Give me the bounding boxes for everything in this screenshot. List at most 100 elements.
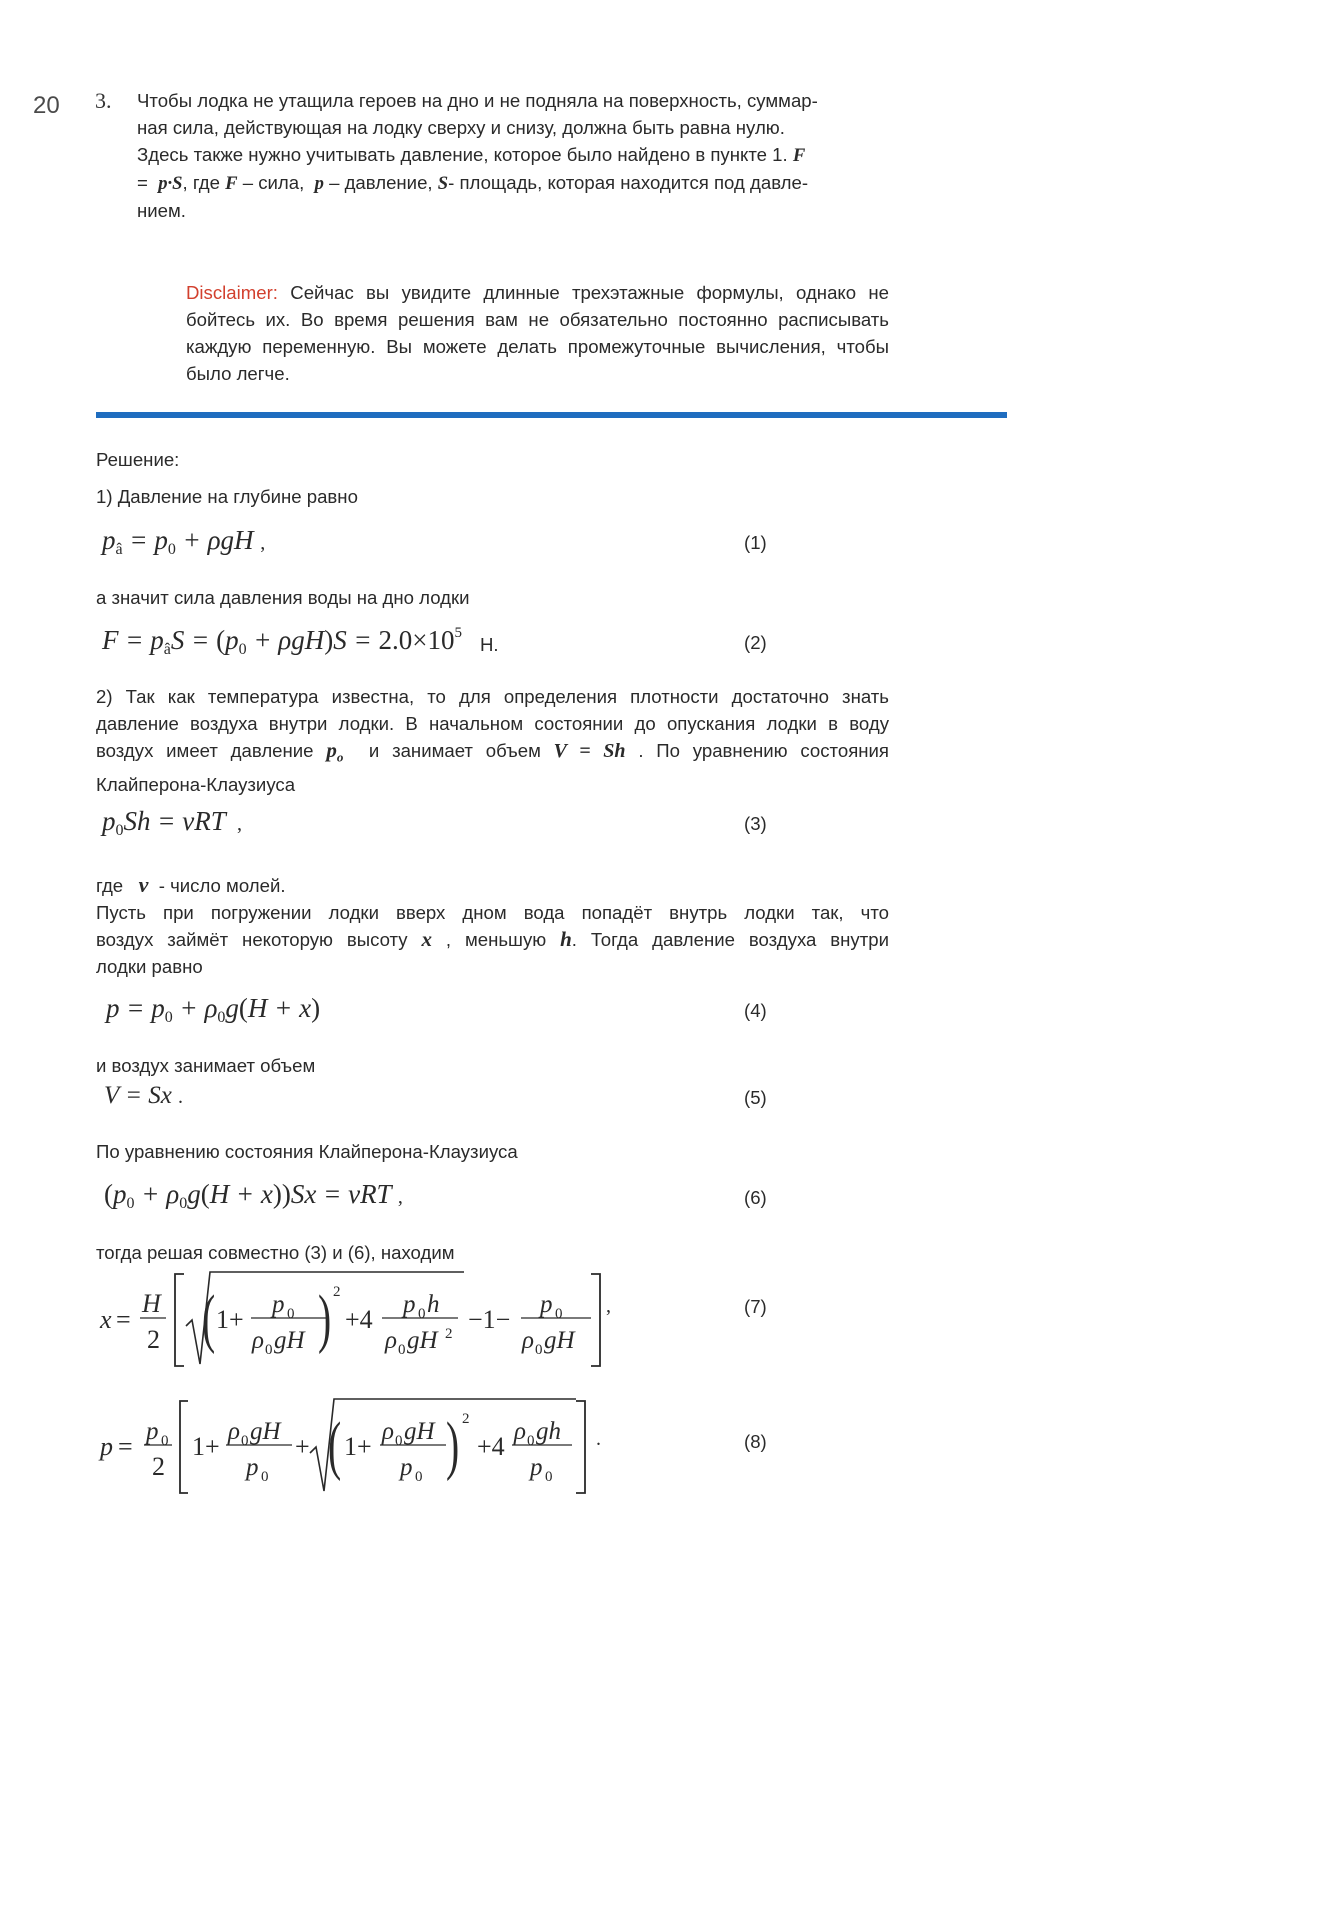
problem-text: , где	[182, 172, 220, 193]
text-air-volume: и воздух занимает объем	[96, 1055, 316, 1076]
equation-8: p = p 0 2 1+ ρ 0 gH p 0 + ( 1+ ρ 0 gH p …	[98, 1398, 601, 1494]
equation-number-2: (2)	[744, 632, 767, 653]
symbol-nu: ν	[138, 872, 149, 897]
text-after-eq1: а значит сила давления воды на дно лодки	[96, 587, 470, 608]
svg-text:p: p	[528, 1454, 543, 1481]
svg-text:gh: gh	[536, 1418, 561, 1445]
svg-text:0: 0	[398, 1342, 406, 1358]
paragraph-text: воздух займёт некоторую высоту	[96, 929, 408, 950]
step2-line: давление воздуха внутри лодки. В начальн…	[96, 713, 889, 734]
svg-text:ρ: ρ	[251, 1327, 264, 1354]
svg-text:ρ: ρ	[513, 1418, 526, 1445]
step2-line: 2) Так как температура известна, то для …	[96, 686, 889, 707]
svg-text:gH: gH	[404, 1418, 437, 1445]
equation-6: (p0 + ρ0g(H + x))Sx = νRT ,	[104, 1179, 403, 1212]
symbol-V-Sh: V = Sh	[553, 740, 626, 762]
step2-text: . По уравнению состояния	[638, 740, 889, 761]
equation-1: pâ = p0 + ρgH ,	[102, 525, 266, 558]
svg-text:ρ: ρ	[381, 1418, 394, 1445]
symbol-x: x	[421, 927, 432, 951]
svg-text:0: 0	[395, 1433, 403, 1449]
svg-text:=: =	[116, 1305, 131, 1334]
svg-text:+: +	[295, 1432, 310, 1461]
svg-text:gH: gH	[544, 1327, 577, 1354]
equals-sign: =	[137, 172, 148, 193]
paragraph-line: лодки равно	[96, 956, 203, 977]
svg-text:.: .	[596, 1428, 601, 1450]
svg-text:0: 0	[535, 1342, 543, 1358]
svg-text:1+: 1+	[216, 1305, 244, 1334]
moles-text: где	[96, 875, 124, 896]
svg-text:2: 2	[462, 1411, 470, 1427]
moles-line: где ν - число молей.	[96, 871, 889, 899]
section-divider	[96, 412, 1007, 418]
svg-text:(: (	[328, 1409, 341, 1482]
symbol-h: h	[560, 927, 572, 951]
equation-number-5: (5)	[744, 1087, 767, 1108]
step2-text: и занимает объем	[368, 740, 541, 761]
svg-text:p: p	[144, 1418, 159, 1445]
symbol-p-subscript: o	[336, 749, 344, 765]
equation-7: x = H 2 ( 1+ p 0 ρ 0 gH ) 2 +4 p 0 h ρ 0…	[99, 1271, 611, 1367]
svg-text:0: 0	[287, 1306, 295, 1322]
svg-text:0: 0	[555, 1306, 563, 1322]
equation-number-4: (4)	[744, 1000, 767, 1021]
svg-text:2: 2	[333, 1284, 341, 1300]
svg-text:p: p	[98, 1432, 113, 1461]
svg-text:0: 0	[418, 1306, 426, 1322]
svg-text:0: 0	[241, 1433, 249, 1449]
paragraph-line: Пусть при погружении лодки вверх дном во…	[96, 902, 889, 923]
svg-text:0: 0	[415, 1469, 423, 1485]
item-number: 3.	[95, 88, 112, 113]
paragraph-line: воздух займёт некоторую высоту x , меньш…	[96, 926, 889, 953]
svg-text:1+: 1+	[192, 1432, 220, 1461]
svg-text:0: 0	[261, 1469, 269, 1485]
svg-text:+4: +4	[345, 1305, 373, 1334]
equation-number-7: (7)	[744, 1296, 767, 1317]
svg-text:p: p	[244, 1454, 259, 1481]
svg-text:0: 0	[545, 1469, 553, 1485]
svg-text:gH: gH	[407, 1327, 440, 1354]
symbol-pS: p·S	[158, 173, 183, 194]
unit-newton: Н.	[480, 634, 499, 655]
svg-text:1+: 1+	[344, 1432, 372, 1461]
svg-text:ρ: ρ	[227, 1418, 240, 1445]
problem-text: Здесь также нужно учитывать давление, ко…	[137, 144, 788, 165]
problem-text: - площадь, которая находится под давле-	[448, 172, 809, 193]
eq2-value: 2.0×10	[378, 625, 455, 655]
step2-line: Клайперона-Клаузиуса	[96, 773, 296, 795]
svg-text:0: 0	[265, 1342, 273, 1358]
problem-text: – давление,	[329, 172, 433, 193]
svg-text:): )	[318, 1282, 331, 1355]
svg-text:ρ: ρ	[521, 1327, 534, 1354]
svg-text:x: x	[99, 1305, 112, 1334]
svg-text:2: 2	[445, 1326, 453, 1342]
svg-text:0: 0	[527, 1433, 535, 1449]
problem-paragraph: Чтобы лодка не утащила героев на дно и н…	[137, 87, 897, 224]
page-number: 20	[33, 92, 60, 119]
svg-text:−1−: −1−	[468, 1305, 510, 1334]
symbol-F: F	[225, 173, 238, 194]
solution-heading: Решение:	[96, 449, 180, 470]
step2-text: воздух имеет давление	[96, 740, 314, 761]
problem-line: нием.	[137, 200, 186, 221]
svg-text:ρ: ρ	[384, 1327, 397, 1354]
svg-text:p: p	[398, 1454, 413, 1481]
paragraph-text: , меньшую	[445, 929, 547, 950]
symbol-p: p	[314, 173, 324, 194]
solution-step1: 1) Давление на глубине равно	[96, 486, 358, 507]
equation-number-3: (3)	[744, 813, 767, 834]
svg-text:h: h	[427, 1291, 440, 1318]
equation-number-8: (8)	[744, 1431, 767, 1452]
svg-text:): )	[446, 1409, 459, 1482]
problem-line: Чтобы лодка не утащила героев на дно и н…	[137, 90, 818, 111]
equation-number-6: (6)	[744, 1187, 767, 1208]
eq2-exponent: 5	[454, 625, 462, 641]
paragraph-moles: где ν - число молей. Пусть при погружени…	[96, 871, 889, 980]
moles-text: - число молей.	[158, 875, 286, 896]
svg-text:gH: gH	[250, 1418, 283, 1445]
symbol-F: F	[792, 145, 806, 166]
equation-2: F = pâS = (p0 + ρgH)S = 2.0×105	[102, 625, 462, 658]
disclaimer-text: Сейчас вы увидите длинные трехэтажные фо…	[186, 282, 890, 384]
svg-text:2: 2	[152, 1452, 165, 1481]
